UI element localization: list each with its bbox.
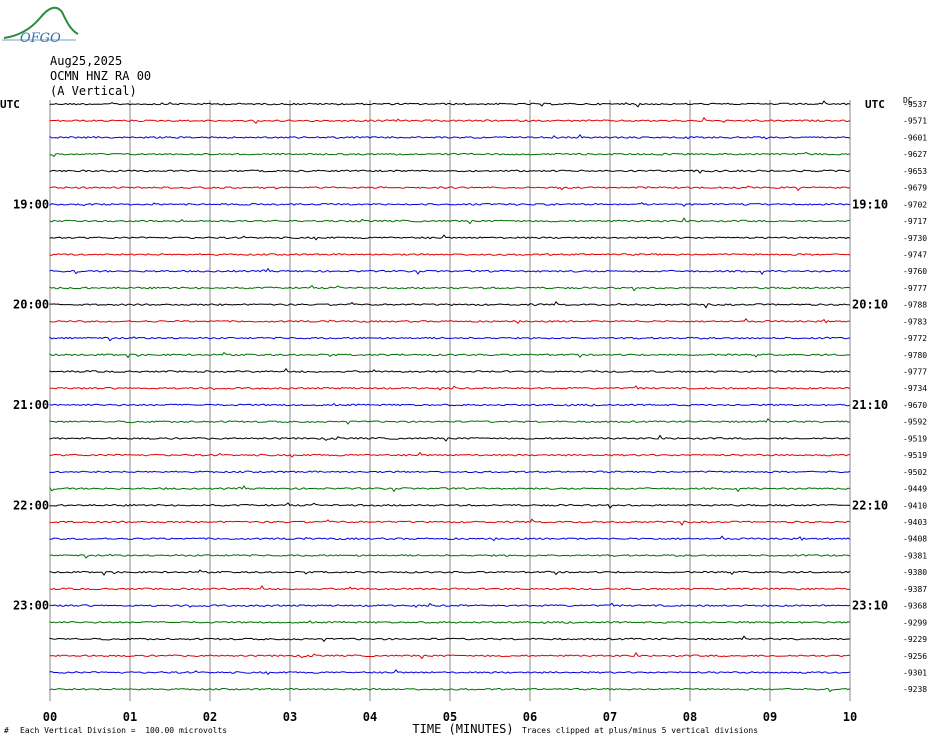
dc-offset-label: -9670 (903, 401, 927, 410)
dc-offset-label: -9229 (903, 635, 927, 644)
dc-offset-label: -9387 (903, 585, 927, 594)
dc-offset-label: -9301 (903, 668, 927, 677)
x-tick-label: 01 (123, 710, 137, 724)
left-utc-label: UTC (0, 98, 20, 111)
x-tick-label: 10 (843, 710, 857, 724)
x-tick-label: 00 (43, 710, 57, 724)
label-layer: -9537-9571-9601-9627-9653-9679-9702-9717… (0, 96, 927, 736)
clip-note: Traces clipped at plus/minus 5 vertical … (522, 726, 759, 735)
left-hour-label: 22:00 (13, 498, 49, 512)
left-hour-label: 23:00 (13, 599, 49, 613)
dc-offset-label: -9519 (903, 451, 927, 460)
right-hour-label: 20:10 (852, 298, 888, 312)
left-hour-label: 21:00 (13, 398, 49, 412)
dc-offset-label: -9592 (903, 418, 927, 427)
dc-offset-label: -9653 (903, 167, 927, 176)
x-tick-label: 02 (203, 710, 217, 724)
dc-offset-label: -9627 (903, 150, 927, 159)
dc-offset-label: -9777 (903, 368, 927, 377)
right-hour-label: 22:10 (852, 498, 888, 512)
dc-offset-label: -9410 (903, 501, 927, 510)
dc-offset-label: -9679 (903, 184, 927, 193)
dc-offset-label: -9571 (903, 117, 927, 126)
right-hour-label: 23:10 (852, 599, 888, 613)
dc-offset-label: -9256 (903, 652, 927, 661)
x-tick-label: 06 (523, 710, 537, 724)
grid-lines (49, 100, 851, 702)
dc-offset-label: -9380 (903, 568, 927, 577)
dc-offset-label: -9601 (903, 133, 927, 142)
x-tick-label: 08 (683, 710, 697, 724)
dc-offset-label: -9747 (903, 250, 927, 259)
dc-offset-label: -9299 (903, 618, 927, 627)
right-utc-label: UTC (865, 98, 885, 111)
dc-offset-label: -9717 (903, 217, 927, 226)
dc-offset-label: -9702 (903, 200, 927, 209)
dc-offset-label: -9734 (903, 384, 927, 393)
right-hour-label: 19:10 (852, 197, 888, 211)
left-hour-label: 19:00 (13, 197, 49, 211)
dc-offset-label: -9730 (903, 234, 927, 243)
x-tick-label: 04 (363, 710, 377, 724)
helicorder-plot: -9537-9571-9601-9627-9653-9679-9702-9717… (0, 96, 927, 736)
dc-header-label: DC (903, 96, 913, 105)
dc-offset-label: -9449 (903, 485, 927, 494)
dc-offset-label: -9777 (903, 284, 927, 293)
x-tick-label: 07 (603, 710, 617, 724)
scale-note: Each Vertical Division = 100.00 microvol… (20, 726, 228, 735)
x-tick-label: 03 (283, 710, 297, 724)
x-tick-label: 09 (763, 710, 777, 724)
dc-offset-label: -9502 (903, 468, 927, 477)
dc-offset-label: -9381 (903, 551, 927, 560)
dc-offset-label: -9772 (903, 334, 927, 343)
dc-offset-label: -9408 (903, 535, 927, 544)
dc-offset-label: -9238 (903, 685, 927, 694)
dc-offset-label: -9368 (903, 602, 927, 611)
dc-offset-label: -9788 (903, 301, 927, 310)
scale-note-marker: # (4, 726, 9, 735)
x-axis-label: TIME (MINUTES) (412, 722, 513, 736)
dc-offset-label: -9783 (903, 317, 927, 326)
dc-offset-label: -9760 (903, 267, 927, 276)
right-hour-label: 21:10 (852, 398, 888, 412)
left-hour-label: 20:00 (13, 298, 49, 312)
dc-offset-label: -9403 (903, 518, 927, 527)
dc-offset-label: -9519 (903, 434, 927, 443)
dc-offset-label: -9780 (903, 351, 927, 360)
